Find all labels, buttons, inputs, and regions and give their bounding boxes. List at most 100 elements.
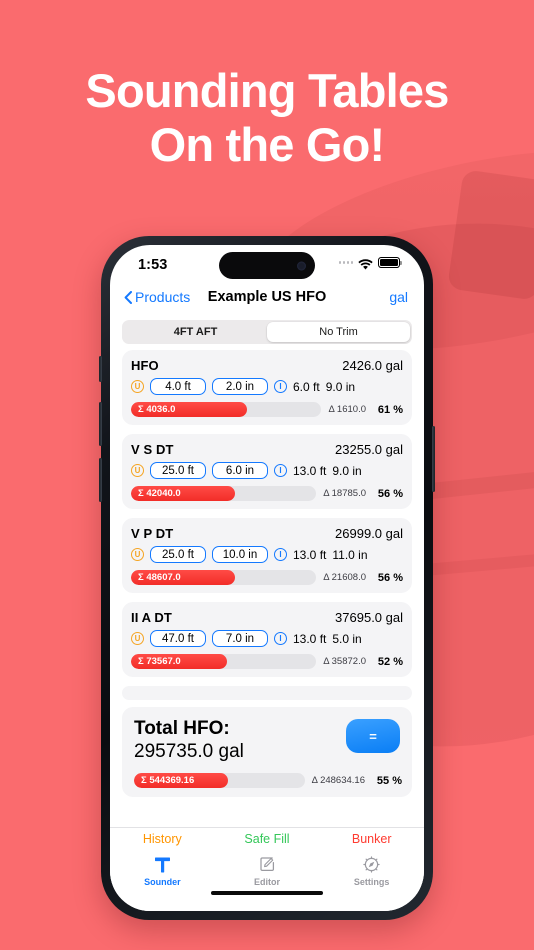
tank-measurements: U 4.0 ft 2.0 in I 6.0 ft 9.0 in [131,378,403,395]
tank-list[interactable]: HFO 2426.0 gal U 4.0 ft 2.0 in I 6.0 ft … [110,344,424,827]
tab-sounder[interactable]: Sounder [110,854,215,887]
editor-pencil-square-icon [258,854,277,875]
tank-measurements: U 25.0 ft 6.0 in I 13.0 ft 9.0 in [131,462,403,479]
tank-volume: 2426.0 gal [342,358,403,373]
tank-fill-bar: Σ 48607.0 [131,570,317,585]
quick-link-bunker[interactable]: Bunker [319,832,424,846]
page-title: Example US HFO [207,289,327,305]
quick-link-safe-fill[interactable]: Safe Fill [215,832,320,846]
ullage-feet-value: 13.0 ft [293,547,327,562]
tab-editor[interactable]: Editor [215,854,320,887]
tank-percent-value: 56 % [377,571,403,584]
tank-volume: 37695.0 gal [335,610,403,625]
tank-delta-value: Δ 21608.0 [323,572,366,583]
total-fill-row: Σ 544369.16 Δ 248634.16 55 % [134,773,402,788]
tank-header: V P DT 26999.0 gal [131,526,403,541]
device-volume-up-button[interactable] [99,402,102,446]
total-delta-value: Δ 248634.16 [311,775,365,786]
total-header: Total HFO: 295735.0 gal = [134,717,402,764]
tab-settings[interactable]: Settings [319,854,424,887]
tank-fill-bar: Σ 4036.0 [131,402,322,417]
tank-row[interactable]: II A DT 37695.0 gal U 47.0 ft 7.0 in I 1… [122,602,412,677]
tank-volume: 23255.0 gal [335,442,403,457]
ullage-u-icon: U [131,380,144,393]
settings-gear-icon [362,854,381,875]
total-percent-value: 55 % [376,774,402,787]
sounding-feet-input[interactable]: 25.0 ft [150,462,206,479]
total-fill-bar: Σ 544369.16 [134,773,305,788]
sounding-inches-input[interactable]: 10.0 in [212,546,268,563]
tank-fill-row: Σ 73567.0 Δ 35872.0 52 % [131,654,403,669]
tank-volume: 26999.0 gal [335,526,403,541]
segment-option-aft[interactable]: 4FT AFT [124,322,267,342]
ullage-feet-value: 6.0 ft [293,379,320,394]
list-spacer-card [122,686,412,700]
total-text-block: Total HFO: 295735.0 gal [134,717,244,764]
tank-fill-bar: Σ 42040.0 [131,486,317,501]
unit-selector-button[interactable]: gal [389,289,408,305]
ullage-inches-value: 9.0 in [325,379,356,394]
cellular-dots-icon [338,261,353,264]
ullage-inches-value: 9.0 in [332,463,362,478]
back-button-label: Products [135,289,191,305]
tank-row[interactable]: V P DT 26999.0 gal U 25.0 ft 10.0 in I 1… [122,518,412,593]
tank-fill-amount: Σ 48607.0 [131,570,235,585]
sounding-inches-input[interactable]: 6.0 in [212,462,268,479]
tank-row[interactable]: V S DT 23255.0 gal U 25.0 ft 6.0 in I 13… [122,434,412,509]
tank-fill-row: Σ 42040.0 Δ 18785.0 56 % [131,486,403,501]
sounding-inches-input[interactable]: 2.0 in [212,378,268,395]
info-i-icon[interactable]: I [274,548,287,561]
tank-percent-value: 61 % [377,403,403,416]
front-camera-icon [297,261,306,270]
total-value: 295735.0 gal [134,741,244,762]
quick-link-history[interactable]: History [110,832,215,846]
info-i-icon[interactable]: I [274,632,287,645]
tank-name: V S DT [131,442,174,457]
segment-option-no-trim[interactable]: No Trim [267,322,410,342]
tab-editor-label: Editor [254,877,280,887]
tank-fill-amount: Σ 4036.0 [131,402,248,417]
tank-row[interactable]: HFO 2426.0 gal U 4.0 ft 2.0 in I 6.0 ft … [122,350,412,425]
sounding-inches-input[interactable]: 7.0 in [212,630,268,647]
back-to-products-button[interactable]: Products [124,289,190,305]
headline-line-1: Sounding Tables [85,64,449,117]
chevron-left-icon [124,290,132,304]
tank-fill-amount: Σ 42040.0 [131,486,235,501]
total-fill-amount: Σ 544369.16 [134,773,228,788]
tank-name: HFO [131,358,159,373]
promo-headline: Sounding Tables On the Go! [0,64,534,172]
ullage-feet-value: 13.0 ft [293,631,327,646]
ullage-feet-value: 13.0 ft [293,463,327,478]
tank-name: V P DT [131,526,174,541]
status-bar: 1:53 [110,245,424,285]
device-mute-switch[interactable] [99,356,102,382]
device-volume-down-button[interactable] [99,458,102,502]
tank-header: HFO 2426.0 gal [131,358,403,373]
ullage-u-icon: U [131,632,144,645]
info-i-icon[interactable]: I [274,464,287,477]
home-indicator[interactable] [110,887,424,911]
ullage-inches-value: 5.0 in [332,631,362,646]
tank-delta-value: Δ 35872.0 [323,656,366,667]
quick-links-bar: History Safe Fill Bunker [110,827,424,852]
sounding-feet-input[interactable]: 47.0 ft [150,630,206,647]
headline-line-2: On the Go! [149,118,386,171]
sounding-feet-input[interactable]: 25.0 ft [150,546,206,563]
tab-bar: Sounder Editor Settings [110,852,424,887]
tank-fill-amount: Σ 73567.0 [131,654,228,669]
trim-segmented-control[interactable]: 4FT AFT No Trim [122,320,412,344]
tank-fill-row: Σ 4036.0 Δ 1610.0 61 % [131,402,403,417]
device-power-button[interactable] [432,426,435,492]
tab-sounder-label: Sounder [144,877,181,887]
tank-measurements: U 25.0 ft 10.0 in I 13.0 ft 11.0 in [131,546,403,563]
equals-button[interactable]: = [346,719,400,753]
info-i-icon[interactable]: I [274,380,287,393]
navigation-bar: Products Example US HFO gal [110,285,424,317]
tank-name: II A DT [131,610,172,625]
tank-header: II A DT 37695.0 gal [131,610,403,625]
tank-measurements: U 47.0 ft 7.0 in I 13.0 ft 5.0 in [131,630,403,647]
wifi-icon [358,257,373,270]
tank-fill-row: Σ 48607.0 Δ 21608.0 56 % [131,570,403,585]
sounding-feet-input[interactable]: 4.0 ft [150,378,206,395]
battery-full-icon [378,257,403,268]
